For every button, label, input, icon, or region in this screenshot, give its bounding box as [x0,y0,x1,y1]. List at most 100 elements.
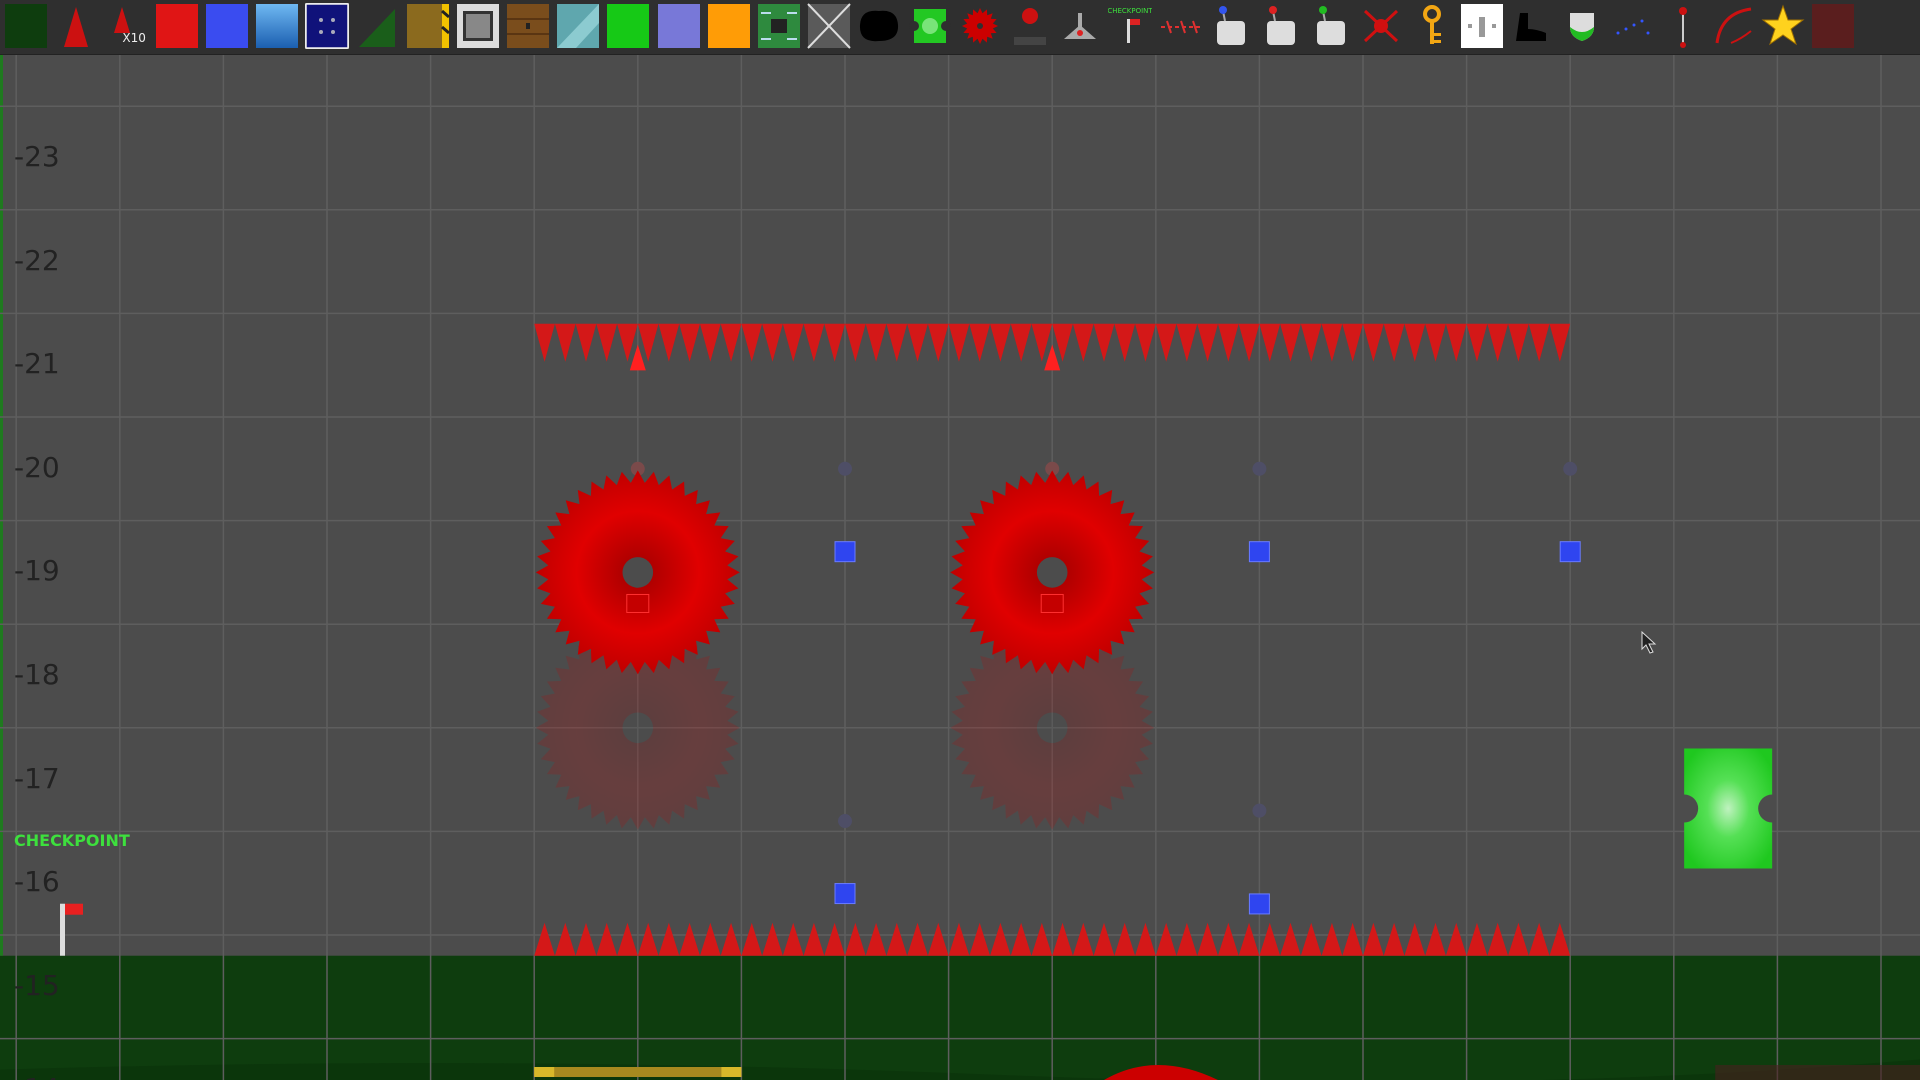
green-exit-portal[interactable] [1684,748,1773,869]
switch-icon [1460,3,1504,49]
left-boundary[interactable] [0,55,3,956]
y-axis-label: -15 [14,968,60,1002]
wood-door-tool[interactable] [506,3,550,49]
green-portal-tool[interactable] [908,3,952,49]
y-axis-label: -20 [14,450,60,484]
blue-key-block-tool[interactable] [1209,3,1253,49]
lever-tool[interactable] [1661,3,1705,49]
path-waypoint[interactable] [838,461,852,476]
launcher-icon [1058,3,1102,49]
gold-star-icon [1761,3,1805,49]
black-blob-icon [857,3,901,49]
red-turret-icon [1008,3,1052,49]
saw-blade-tool[interactable] [958,3,1002,49]
eraser-tool[interactable] [1811,3,1855,49]
platform-bar-end[interactable] [721,1067,742,1077]
green-block-icon [606,3,650,49]
red-arc-icon [1711,3,1755,49]
circuit-block-tool[interactable] [757,3,801,49]
red-laser-icon [1159,3,1203,49]
red-block-icon [155,3,199,49]
blue-path-node[interactable] [834,883,856,905]
blue-block-tool[interactable] [205,3,249,49]
wooden-crate-tool[interactable] [406,3,450,49]
red-key-block-tool[interactable] [1259,3,1303,49]
turret-tool[interactable] [1008,3,1052,49]
platform-bar-end[interactable] [534,1067,555,1077]
checkpoint-flag-icon: CHECKPOINT [1108,3,1154,49]
checkpoint-flag[interactable] [65,903,83,915]
editor-toolbar: X10 CHECKPOINT [0,0,1920,55]
saw-blade[interactable] [950,470,1155,675]
glass-block-tool[interactable] [556,3,600,49]
blue-path-node[interactable] [1559,541,1581,563]
spike-anchor-marker[interactable] [1044,344,1061,371]
spinner-tool[interactable] [1359,3,1403,49]
blue-block-icon [205,3,249,49]
platform-bar[interactable] [534,1067,742,1077]
level-world[interactable] [0,55,1920,1080]
level-canvas[interactable]: -23-22-21-20-19-18-17-16-15-14 -3-2-1012… [0,55,1920,1080]
path-waypoint[interactable] [1563,461,1578,476]
green-portal-icon [908,3,952,49]
blue-knob-block-icon [1209,3,1253,49]
purple-block-tool[interactable] [657,3,701,49]
dotted-blue-block-icon [305,3,349,49]
spike-anchor-marker[interactable] [629,344,646,371]
dotted-block-tool[interactable] [305,3,350,49]
dotted-path-icon [1610,3,1654,49]
wood-crate-icon [406,3,450,49]
green-key-block-tool[interactable] [1309,3,1353,49]
switch-tool[interactable] [1460,3,1504,49]
metal-frame-tool[interactable] [456,3,500,49]
black-boot-icon [1510,3,1554,49]
launcher-tool[interactable] [1058,3,1102,49]
mirror-block-icon [807,3,851,49]
slope-tool[interactable] [355,3,399,49]
laser-line-tool[interactable] [1159,3,1203,49]
saw-anchor-marker[interactable] [1040,593,1064,613]
shield-icon [1560,3,1604,49]
water-block-tool[interactable] [255,3,299,49]
path-dots-tool[interactable] [1610,3,1654,49]
y-axis-label: -17 [14,761,60,795]
bottom-right-shade[interactable] [1715,1065,1920,1080]
y-axis-label: -16 [14,865,60,899]
spike-tool[interactable] [54,3,98,49]
boot-tool[interactable] [1510,3,1554,49]
orange-block-tool[interactable] [707,3,751,49]
blue-path-node[interactable] [1248,893,1270,915]
blue-path-node[interactable] [1248,541,1270,563]
gold-key-icon [1410,3,1454,49]
red-block-tool[interactable] [155,3,199,49]
gold-key-tool[interactable] [1410,3,1454,49]
path-waypoint[interactable] [1252,803,1267,818]
shadow-blob-tool[interactable] [857,3,901,49]
path-waypoint[interactable] [838,814,852,829]
blue-path-node[interactable] [834,541,856,563]
path-waypoint[interactable] [1252,461,1267,476]
red-spinner-icon [1359,3,1403,49]
green-block-tool[interactable] [606,3,650,49]
checkpoint-pole[interactable] [60,903,65,956]
metal-frame-icon [456,3,500,49]
y-axis-label: -19 [14,554,60,588]
saw-anchor-marker[interactable] [626,593,650,613]
star-tool[interactable] [1761,3,1805,49]
green-slope-icon [355,3,399,49]
arc-tool[interactable] [1711,3,1755,49]
checkpoint-tool[interactable]: CHECKPOINT [1108,3,1154,49]
ground-block-tool[interactable] [4,3,48,49]
saw-blade[interactable] [535,470,740,675]
y-axis-label: -21 [14,347,60,381]
y-axis-label: -23 [14,140,60,173]
glass-block-icon [556,3,600,49]
mirror-block-tool[interactable] [807,3,851,49]
spike-x10-tool[interactable]: X10 [104,3,148,49]
red-knob-block-icon [1259,3,1303,49]
shield-tool[interactable] [1560,3,1604,49]
y-axis-label: -22 [14,243,60,277]
mouse-cursor[interactable] [1641,630,1657,654]
saw-blade-icon [958,3,1002,49]
ground-terrain[interactable] [0,955,1920,1080]
